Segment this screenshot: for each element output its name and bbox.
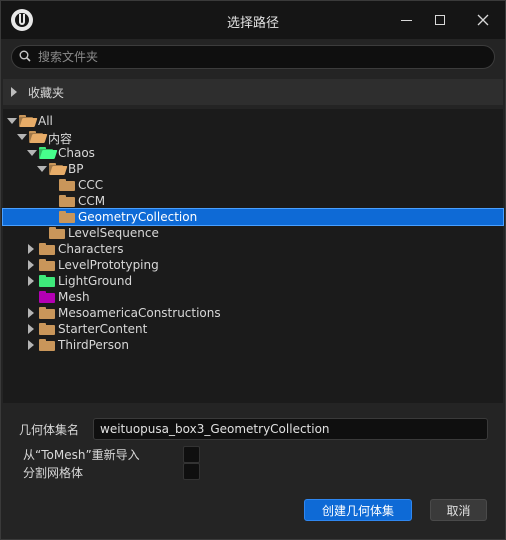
folder-icon	[59, 195, 75, 207]
tree-item-label: CCM	[78, 194, 106, 208]
folder-icon	[39, 323, 55, 335]
tree-item-label: Characters	[58, 242, 124, 256]
tree-item[interactable]: All	[3, 113, 503, 129]
expand-arrow-icon[interactable]	[28, 324, 34, 334]
expand-arrow-icon[interactable]	[28, 308, 34, 318]
collection-name-input[interactable]: weituopusa_box3_GeometryCollection	[93, 418, 488, 440]
expand-arrow-icon[interactable]	[11, 87, 17, 97]
collapse-arrow-icon[interactable]	[7, 118, 17, 124]
title-bar[interactable]: 选择路径	[1, 1, 505, 39]
expand-arrow-icon[interactable]	[28, 244, 34, 254]
collapse-arrow-icon[interactable]	[27, 150, 37, 156]
folder-open-icon	[29, 131, 45, 143]
split-mesh-label: 分割网格体	[23, 466, 84, 480]
tree-item[interactable]: MesoamericaConstructions	[3, 305, 503, 321]
folder-open-icon	[19, 115, 35, 127]
tree-item[interactable]: CCM	[3, 193, 503, 209]
reimport-checkbox[interactable]	[183, 446, 200, 463]
folder-open-icon	[49, 163, 65, 175]
minimize-button[interactable]	[394, 9, 418, 31]
reimport-label: 从“ToMesh”重新导入	[23, 448, 140, 462]
folder-icon	[39, 291, 55, 303]
tree-item-label: Chaos	[58, 146, 95, 160]
expand-arrow-icon[interactable]	[28, 340, 34, 350]
expand-arrow-icon[interactable]	[28, 276, 34, 286]
tree-item[interactable]: GeometryCollection	[2, 208, 504, 226]
folder-icon	[39, 275, 55, 287]
tree-item-label: All	[38, 114, 53, 128]
folder-icon	[59, 179, 75, 191]
tree-item-label: Mesh	[58, 290, 90, 304]
tree-item[interactable]: LevelSequence	[3, 225, 503, 241]
close-button[interactable]	[471, 9, 495, 31]
favorites-header[interactable]: 收藏夹	[3, 79, 503, 105]
tree-item-label: StarterContent	[58, 322, 148, 336]
tree-item[interactable]: LevelPrototyping	[3, 257, 503, 273]
folder-icon	[39, 307, 55, 319]
collapse-arrow-icon[interactable]	[17, 134, 27, 140]
create-geometry-collection-button[interactable]: 创建几何体集	[304, 499, 412, 521]
search-box[interactable]	[11, 45, 495, 69]
tree-item-label: ThirdPerson	[58, 338, 129, 352]
collapse-arrow-icon[interactable]	[37, 166, 47, 172]
tree-item-label: MesoamericaConstructions	[58, 306, 221, 320]
tree-item-label: GeometryCollection	[78, 210, 198, 224]
maximize-button[interactable]	[428, 9, 452, 31]
split-mesh-checkbox[interactable]	[183, 463, 200, 480]
favorites-label: 收藏夹	[28, 86, 65, 100]
tree-item[interactable]: BP	[3, 161, 503, 177]
tree-item-label: LevelPrototyping	[58, 258, 159, 272]
folder-icon	[49, 227, 65, 239]
folder-open-icon	[39, 147, 55, 159]
tree-item[interactable]: ThirdPerson	[3, 337, 503, 353]
tree-item-label: LevelSequence	[68, 226, 159, 240]
collection-name-label: 几何体集名	[19, 423, 80, 437]
tree-item-label: BP	[68, 162, 84, 176]
folder-icon	[39, 259, 55, 271]
tree-item[interactable]: 内容	[3, 129, 503, 146]
tree-item[interactable]: CCC	[3, 177, 503, 193]
tree-item[interactable]: Chaos	[3, 145, 503, 161]
maximize-icon	[435, 15, 445, 25]
tree-item[interactable]: StarterContent	[3, 321, 503, 337]
options-panel: 几何体集名 weituopusa_box3_GeometryCollection…	[3, 404, 503, 538]
tree-item-label: LightGround	[58, 274, 133, 288]
search-input[interactable]	[38, 48, 478, 66]
minimize-icon	[400, 19, 412, 21]
cancel-button[interactable]: 取消	[430, 499, 487, 521]
folder-icon	[59, 211, 75, 223]
folder-tree[interactable]: All 内容 Chaos BP CCC CCM GeometryCollection Leve…	[2, 109, 504, 403]
close-icon	[477, 14, 489, 26]
choose-path-dialog: 选择路径 收藏夹 All内容Chaos BP CCC CCM GeometryColle…	[0, 0, 506, 540]
search-icon	[19, 50, 31, 62]
folder-icon	[39, 243, 55, 255]
tree-item-label: CCC	[78, 178, 104, 192]
tree-item[interactable]: Characters	[3, 241, 503, 257]
tree-item[interactable]: Mesh	[3, 289, 503, 305]
tree-item[interactable]: LightGround	[3, 273, 503, 289]
folder-icon	[39, 339, 55, 351]
expand-arrow-icon[interactable]	[28, 260, 34, 270]
